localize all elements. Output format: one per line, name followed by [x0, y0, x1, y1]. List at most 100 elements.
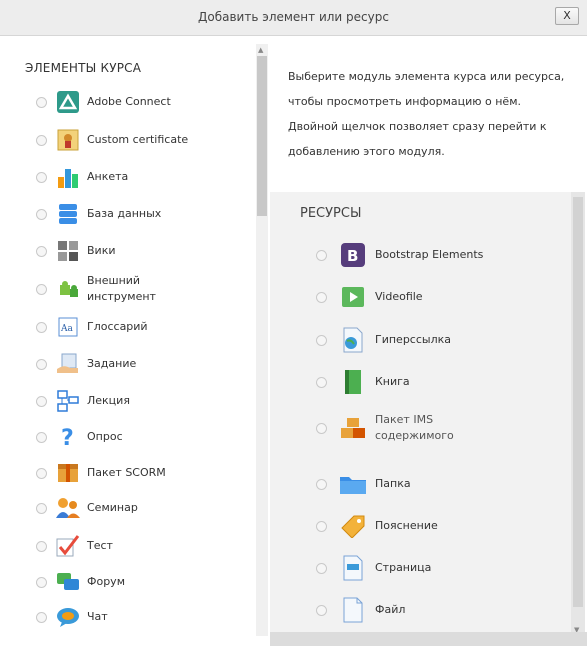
radio-button[interactable]: [36, 321, 47, 333]
url-icon: [339, 326, 367, 354]
radio-button[interactable]: [36, 171, 47, 183]
video-icon: [339, 283, 367, 311]
quiz-icon: [55, 533, 81, 559]
activity-glossary[interactable]: Aa Глоссарий: [36, 312, 148, 342]
resource-label: Файл: [375, 603, 406, 616]
label-tag-icon: [339, 512, 367, 540]
activity-label: Adobe Connect: [87, 95, 171, 108]
radio-button[interactable]: [316, 520, 327, 532]
glossary-icon: Aa: [55, 314, 81, 340]
close-button[interactable]: X: [555, 7, 579, 25]
radio-button[interactable]: [316, 376, 327, 388]
certificate-icon: [55, 127, 81, 153]
radio-button[interactable]: [36, 395, 47, 407]
activity-label: Семинар: [87, 501, 138, 514]
radio-button[interactable]: [36, 576, 47, 588]
radio-button[interactable]: [36, 96, 47, 108]
radio-button[interactable]: [316, 291, 327, 303]
resource-label: Страница: [375, 561, 432, 574]
resource-file[interactable]: Файл: [316, 594, 405, 626]
activity-forum[interactable]: Форум: [36, 567, 125, 597]
resource-book[interactable]: Книга: [316, 366, 410, 398]
lesson-icon: [55, 388, 81, 414]
svg-text:?: ?: [61, 426, 74, 449]
activity-wiki[interactable]: Вики: [36, 236, 116, 266]
resource-videofile[interactable]: Videofile: [316, 281, 423, 313]
radio-button[interactable]: [316, 422, 327, 434]
scroll-up-arrow-icon[interactable]: ▲: [258, 46, 263, 54]
activity-assignment[interactable]: Задание: [36, 349, 136, 379]
resource-label-line1: Пакет IMS: [375, 413, 434, 426]
module-info-text: Выберите модуль элемента курса или ресур…: [288, 70, 565, 158]
resource-ims-package[interactable]: Пакет IMS содержимого: [316, 405, 454, 451]
radio-button[interactable]: [316, 334, 327, 346]
chat-icon: [55, 604, 81, 630]
module-info-panel: Выберите модуль элемента курса или ресур…: [270, 44, 587, 192]
activity-label-line2: инструмент: [87, 290, 156, 303]
dialog-titlebar: Добавить элемент или ресурс X: [0, 0, 587, 36]
page-icon: [339, 554, 367, 582]
radio-button[interactable]: [316, 604, 327, 616]
radio-button[interactable]: [36, 431, 47, 443]
radio-button[interactable]: [36, 467, 47, 479]
activity-feedback[interactable]: Анкета: [36, 162, 128, 192]
resources-heading: РЕСУРСЫ: [300, 206, 362, 221]
puzzle-icon: [55, 276, 81, 302]
activity-adobe-connect[interactable]: Adobe Connect: [36, 87, 171, 117]
activity-label-line1: Внешний: [87, 274, 141, 287]
radio-button[interactable]: [36, 134, 47, 146]
resource-label-item[interactable]: Пояснение: [316, 510, 438, 542]
scorm-package-icon: [55, 460, 81, 486]
activity-label: Custom certificate: [87, 133, 189, 146]
book-icon: [339, 368, 367, 396]
radio-button[interactable]: [36, 283, 47, 295]
activity-label: Лекция: [87, 394, 130, 407]
activity-label: Чат: [87, 610, 108, 623]
activities-scrollbar[interactable]: ▲: [256, 44, 268, 636]
activity-label: Пакет SCORM: [87, 466, 166, 479]
radio-button[interactable]: [36, 208, 47, 220]
activity-chat[interactable]: Чат: [36, 602, 108, 632]
radio-button[interactable]: [316, 478, 327, 490]
resource-label: Папка: [375, 477, 411, 490]
activity-label: Тест: [87, 539, 113, 552]
dialog-title: Добавить элемент или ресурс: [198, 10, 389, 24]
radio-button[interactable]: [316, 562, 327, 574]
activity-external-tool[interactable]: Внешний инструмент: [36, 269, 156, 309]
activity-quiz[interactable]: Тест: [36, 531, 113, 561]
activity-scorm[interactable]: Пакет SCORM: [36, 458, 166, 488]
activity-label: Опрос: [87, 430, 123, 443]
radio-button[interactable]: [316, 249, 327, 261]
resource-label-line2: содержимого: [375, 429, 454, 442]
resource-label: Пакет IMS содержимого: [375, 412, 454, 444]
radio-button[interactable]: [36, 358, 47, 370]
resources-scrollbar[interactable]: ▼: [571, 192, 585, 638]
dialog-footer: [270, 632, 587, 646]
svg-text:B: B: [347, 247, 358, 265]
resources-panel: РЕСУРСЫ B Bootstrap Elements Videofile Г…: [270, 192, 571, 638]
activities-panel: ЭЛЕМЕНТЫ КУРСА Adobe Connect Custom cert…: [8, 44, 253, 636]
radio-button[interactable]: [36, 611, 47, 623]
resource-label: Videofile: [375, 290, 423, 303]
activity-choice[interactable]: ? Опрос: [36, 422, 123, 452]
activity-database[interactable]: База данных: [36, 199, 161, 229]
resource-url[interactable]: Гиперссылка: [316, 324, 451, 356]
scrollbar-thumb[interactable]: [257, 56, 267, 216]
resource-label: Гиперссылка: [375, 333, 451, 346]
adobe-connect-icon: [55, 89, 81, 115]
scrollbar-thumb[interactable]: [573, 197, 583, 607]
radio-button[interactable]: [36, 540, 47, 552]
resource-bootstrap-elements[interactable]: B Bootstrap Elements: [316, 239, 483, 271]
activity-label: База данных: [87, 207, 162, 220]
radio-button[interactable]: [36, 502, 47, 514]
file-icon: [339, 596, 367, 624]
activity-lesson[interactable]: Лекция: [36, 386, 130, 416]
resource-folder[interactable]: Папка: [316, 468, 411, 500]
activity-label: Анкета: [87, 170, 129, 183]
activity-label: Глоссарий: [87, 320, 148, 333]
resource-page[interactable]: Страница: [316, 552, 431, 584]
activity-custom-certificate[interactable]: Custom certificate: [36, 125, 188, 155]
radio-button[interactable]: [36, 245, 47, 257]
activity-workshop[interactable]: Семинар: [36, 493, 138, 523]
question-icon: ?: [55, 424, 81, 450]
